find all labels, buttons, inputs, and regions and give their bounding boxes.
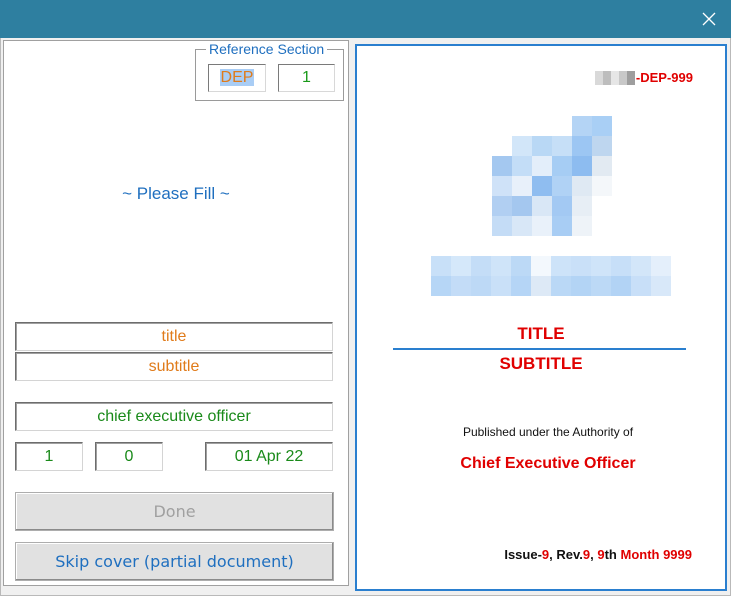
redacted-reference-prefix <box>594 70 635 85</box>
cover-reference-suffix: -DEP-999 <box>635 70 693 85</box>
skip-cover-button[interactable]: Skip cover (partial document) <box>15 542 334 581</box>
date-input[interactable]: 01 Apr 22 <box>205 442 333 471</box>
day-suffix: th <box>604 547 621 562</box>
reference-section-group: Reference Section DEP 1 <box>195 41 344 101</box>
done-button[interactable]: Done <box>15 492 334 531</box>
month-year: Month 9999 <box>620 547 692 562</box>
please-fill-label: ~ Please Fill ~ <box>122 184 230 203</box>
issue-revision-line: Issue-9, Rev.9, 9th Month 9999 <box>504 547 692 562</box>
subtitle-input[interactable]: subtitle <box>15 352 333 381</box>
reference-number-input[interactable]: 1 <box>278 64 335 92</box>
issue-input[interactable]: 1 <box>15 442 83 471</box>
cover-authority: Chief Executive Officer <box>460 455 636 472</box>
input-panel: Reference Section DEP 1 ~ Please Fill ~ … <box>3 40 349 586</box>
day-value: 9 <box>597 547 605 562</box>
cover-reference: -DEP-999 <box>594 70 693 85</box>
redacted-organization-name <box>431 256 671 296</box>
close-icon <box>702 12 716 26</box>
cover-title: TITLE <box>517 324 565 343</box>
revision-input[interactable]: 0 <box>95 442 163 471</box>
cover-subtitle: SUBTITLE <box>499 354 583 373</box>
authority-input[interactable]: chief executive officer <box>15 402 333 431</box>
title-bar <box>0 0 731 38</box>
close-button[interactable] <box>687 0 731 38</box>
redacted-logo <box>492 116 612 236</box>
title-input[interactable]: title <box>15 322 333 351</box>
title-divider <box>393 348 686 350</box>
reference-prefix-value: DEP <box>219 69 255 86</box>
dialog-body: Reference Section DEP 1 ~ Please Fill ~ … <box>0 38 731 596</box>
published-under-text: Published under the Authority of <box>462 425 634 439</box>
reference-section-legend: Reference Section <box>206 41 328 57</box>
revision-label: Rev. <box>556 547 583 562</box>
cover-preview: -DEP-999 TITLE SUBTITLE Published under … <box>355 44 727 591</box>
reference-prefix-input[interactable]: DEP <box>208 64 266 92</box>
issue-label: Issue- <box>504 547 542 562</box>
